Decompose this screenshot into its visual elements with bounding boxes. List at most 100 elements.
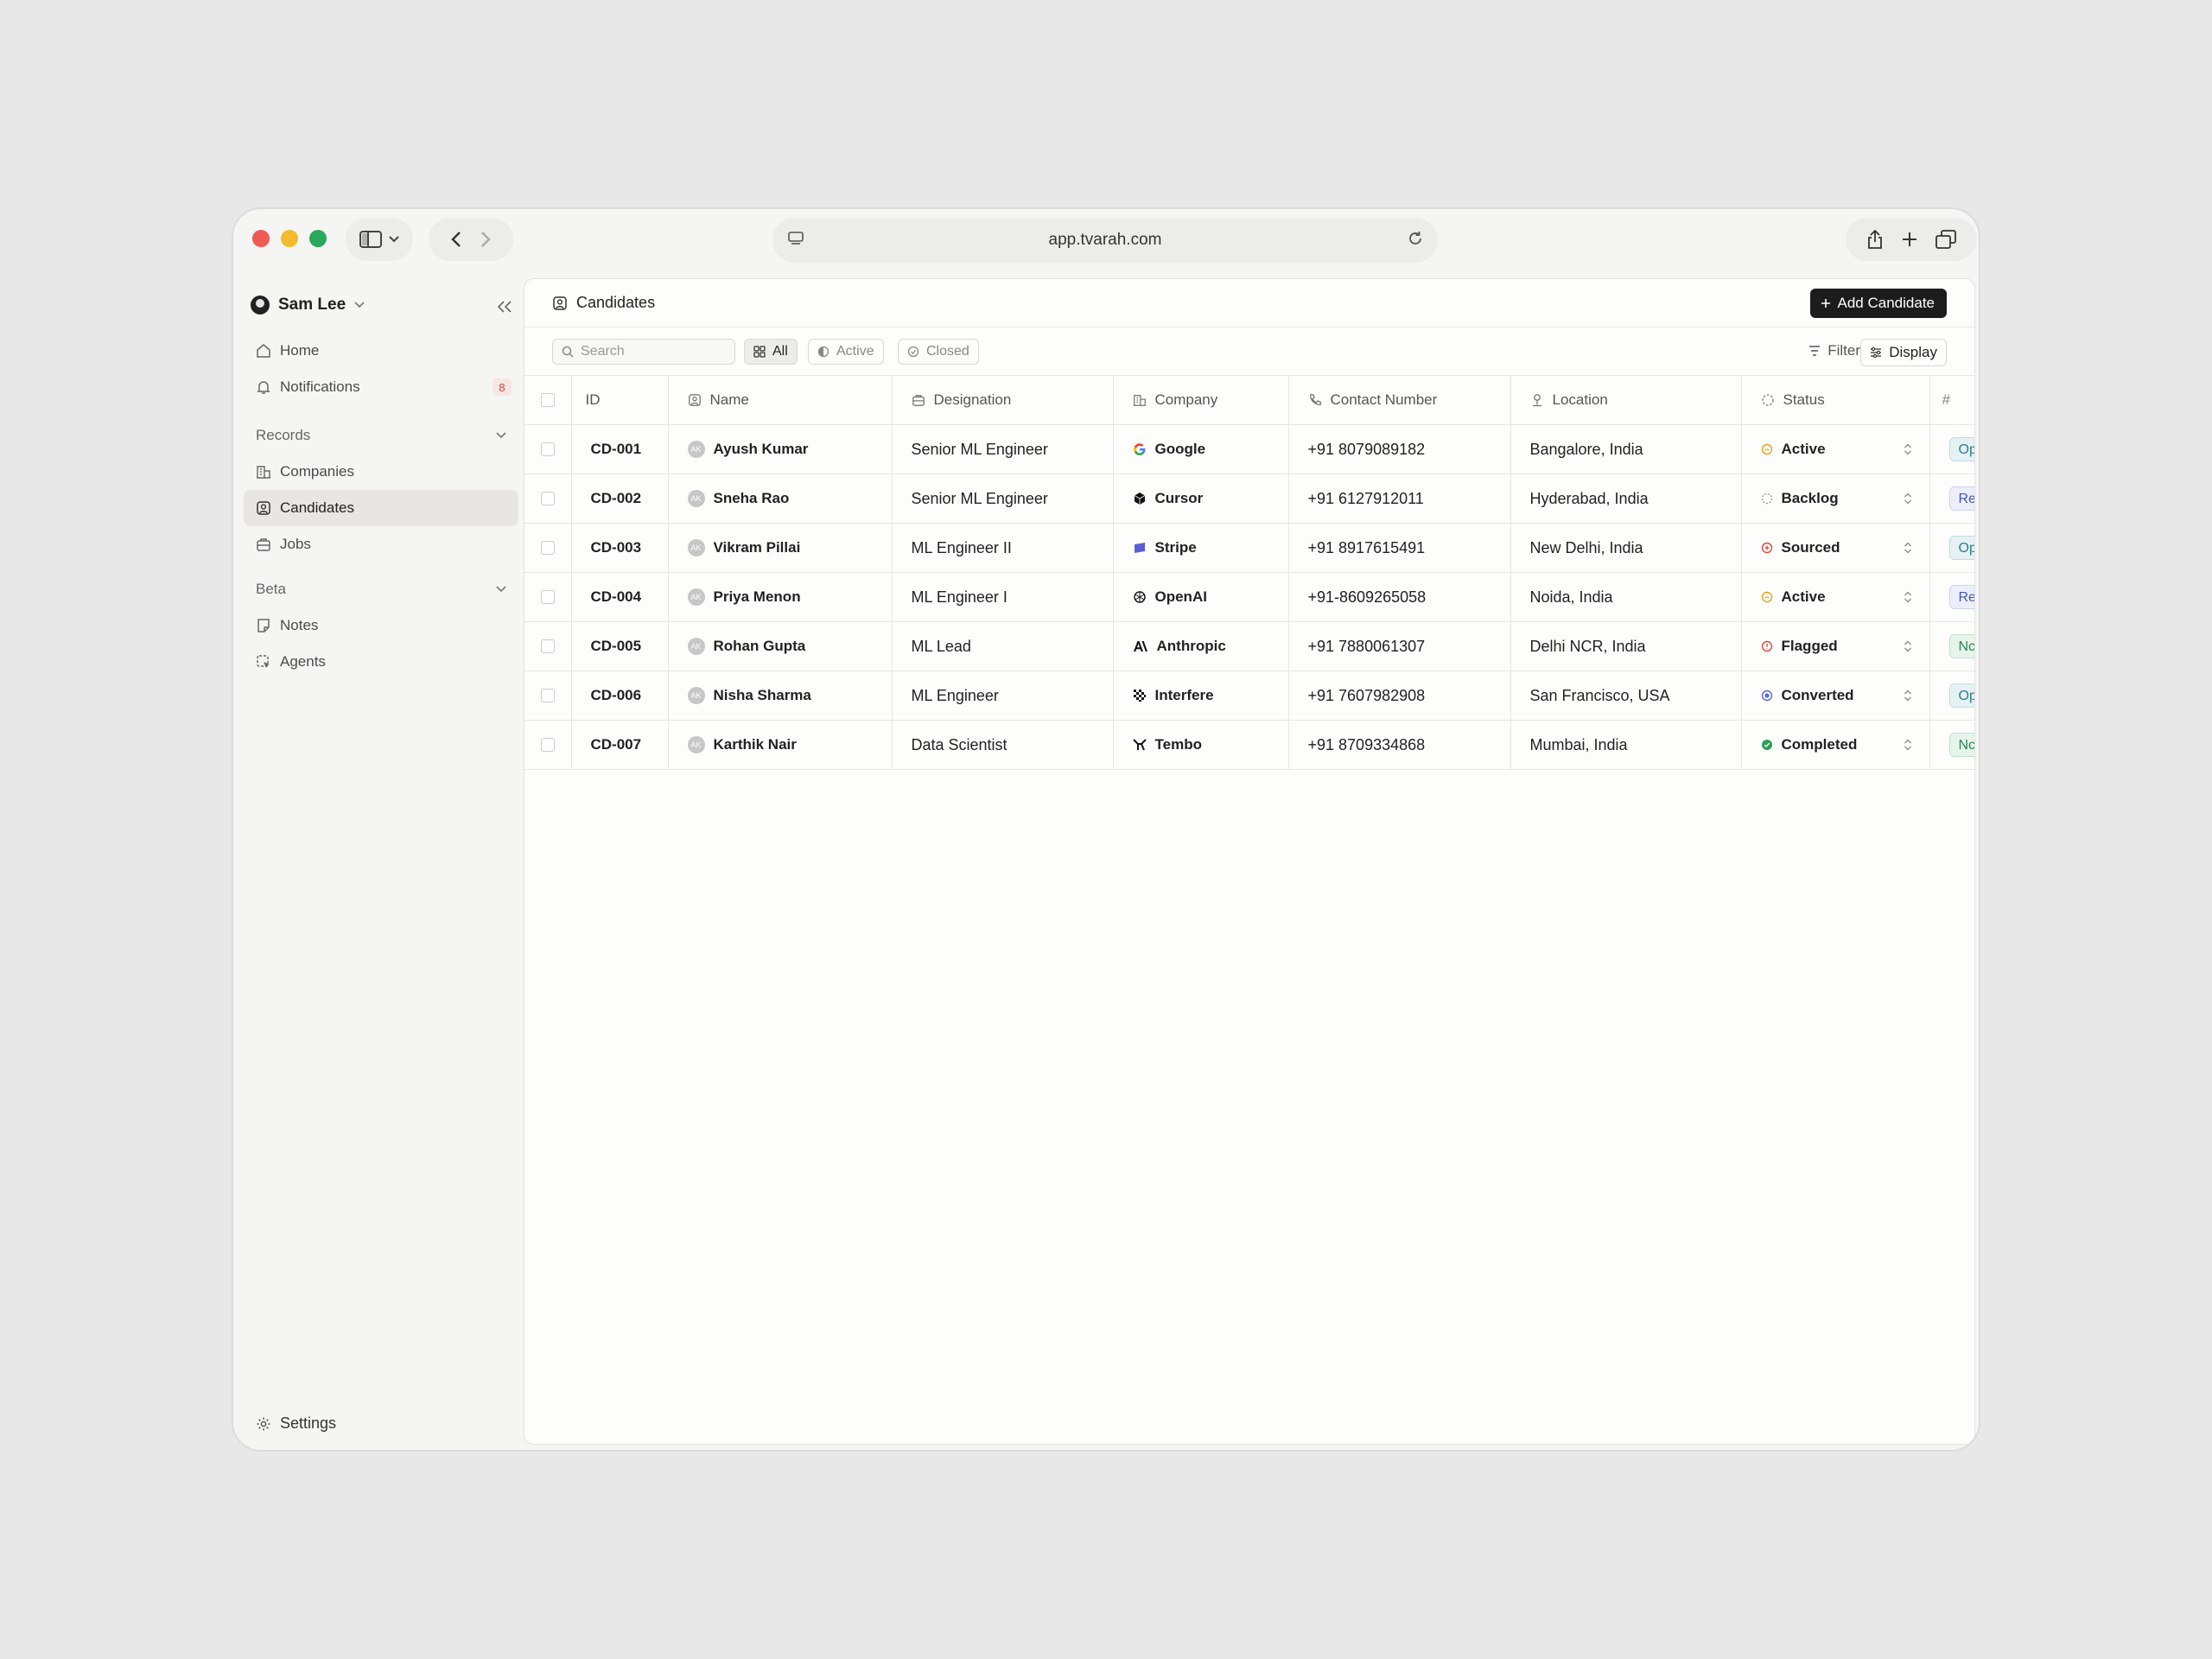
- tag-cell[interactable]: Op: [1929, 424, 1974, 474]
- name-cell[interactable]: AK Ayush Kumar: [668, 424, 893, 474]
- column-header-location[interactable]: Location: [1510, 376, 1742, 425]
- sidebar-item-home[interactable]: Home: [244, 333, 518, 369]
- table-row[interactable]: CD-007 AK Karthik Nair Data Scientist Te…: [524, 720, 1974, 770]
- chevron-up-down-icon[interactable]: [1904, 542, 1912, 554]
- stage-tag[interactable]: Op: [1948, 536, 1974, 560]
- maximize-window-button[interactable]: [309, 230, 327, 247]
- tabs-overview-icon[interactable]: [1936, 230, 1956, 249]
- notification-count-badge: 8: [493, 378, 512, 396]
- company-cell[interactable]: Cursor: [1113, 474, 1289, 524]
- tag-cell[interactable]: Nc: [1929, 720, 1974, 770]
- column-header-name[interactable]: Name: [668, 376, 893, 425]
- select-all-checkbox[interactable]: [540, 393, 555, 407]
- row-checkbox[interactable]: [540, 492, 555, 505]
- chevron-up-down-icon[interactable]: [1904, 640, 1912, 652]
- back-arrow-icon[interactable]: [451, 231, 461, 248]
- status-cell[interactable]: Sourced: [1741, 523, 1930, 573]
- new-tab-plus-icon[interactable]: [1901, 231, 1918, 248]
- table-row[interactable]: CD-006 AK Nisha Sharma ML Engineer Inter…: [524, 671, 1974, 721]
- company-cell[interactable]: Stripe: [1113, 523, 1289, 573]
- sidebar-item-notes[interactable]: Notes: [244, 607, 518, 644]
- sidebar-toggle-button[interactable]: [346, 218, 413, 261]
- status-cell[interactable]: Converted: [1741, 671, 1930, 721]
- beta-section-header[interactable]: Beta: [256, 581, 506, 598]
- row-checkbox[interactable]: [540, 442, 555, 456]
- row-checkbox[interactable]: [540, 541, 555, 555]
- tag-cell[interactable]: Nc: [1929, 621, 1974, 671]
- name-cell[interactable]: AK Sneha Rao: [668, 474, 893, 524]
- column-header-designation[interactable]: Designation: [892, 376, 1114, 425]
- table-row[interactable]: CD-004 AK Priya Menon ML Engineer I Open…: [524, 572, 1974, 622]
- column-header-company[interactable]: Company: [1113, 376, 1289, 425]
- stage-tag[interactable]: Nc: [1948, 634, 1974, 658]
- tag-cell[interactable]: Re: [1929, 474, 1974, 524]
- search-input[interactable]: [581, 344, 719, 359]
- records-section-header[interactable]: Records: [256, 427, 506, 444]
- tab-closed[interactable]: Closed: [898, 339, 979, 365]
- company-cell[interactable]: Google: [1113, 424, 1289, 474]
- sidebar-item-companies[interactable]: Companies: [244, 454, 518, 490]
- row-checkbox[interactable]: [540, 590, 555, 604]
- chevron-up-down-icon[interactable]: [1904, 739, 1912, 751]
- name-cell[interactable]: AK Vikram Pillai: [668, 523, 893, 573]
- collapse-sidebar-icon[interactable]: [498, 301, 512, 313]
- sidebar-item-agents[interactable]: Agents: [244, 644, 518, 680]
- chevron-up-down-icon[interactable]: [1904, 443, 1912, 455]
- minimize-window-button[interactable]: [281, 230, 298, 247]
- tag-cell[interactable]: Op: [1929, 671, 1974, 721]
- share-icon[interactable]: [1866, 229, 1884, 250]
- company-cell[interactable]: Tembo: [1113, 720, 1289, 770]
- column-header-status[interactable]: Status: [1741, 376, 1930, 425]
- filter-button[interactable]: Filter: [1808, 342, 1860, 359]
- table-row[interactable]: CD-003 AK Vikram Pillai ML Engineer II S…: [524, 523, 1974, 573]
- column-header-number[interactable]: #: [1929, 376, 1974, 425]
- company-cell[interactable]: Interfere: [1113, 671, 1289, 721]
- name-cell[interactable]: AK Rohan Gupta: [668, 621, 893, 671]
- sidebar-item-jobs[interactable]: Jobs: [244, 526, 518, 563]
- tab-active[interactable]: Active: [808, 339, 884, 365]
- row-checkbox[interactable]: [540, 689, 555, 702]
- search-field[interactable]: [552, 339, 735, 365]
- stage-tag[interactable]: Re: [1948, 486, 1974, 511]
- status-cell[interactable]: Completed: [1741, 720, 1930, 770]
- status-cell[interactable]: Active: [1741, 424, 1930, 474]
- close-window-button[interactable]: [252, 230, 270, 247]
- stage-tag[interactable]: Re: [1948, 585, 1974, 609]
- chevron-up-down-icon[interactable]: [1904, 591, 1912, 603]
- status-cell[interactable]: Active: [1741, 572, 1930, 622]
- stage-tag[interactable]: Nc: [1948, 733, 1974, 757]
- stage-tag[interactable]: Op: [1948, 437, 1974, 461]
- sidebar-item-notifications[interactable]: Notifications 8: [244, 369, 518, 405]
- stage-tag[interactable]: Op: [1948, 683, 1974, 708]
- display-button[interactable]: Display: [1860, 339, 1947, 366]
- note-icon: [257, 619, 270, 632]
- row-checkbox[interactable]: [540, 639, 555, 653]
- table-row[interactable]: CD-001 AK Ayush Kumar Senior ML Engineer…: [524, 424, 1974, 474]
- name-cell[interactable]: AK Priya Menon: [668, 572, 893, 622]
- row-select-cell: [524, 621, 572, 671]
- reload-icon[interactable]: [1407, 230, 1424, 247]
- tab-all[interactable]: All: [744, 339, 798, 365]
- sidebar-item-candidates[interactable]: Candidates: [244, 490, 518, 526]
- tag-cell[interactable]: Re: [1929, 572, 1974, 622]
- chevron-up-down-icon[interactable]: [1904, 690, 1912, 702]
- name-cell[interactable]: AK Nisha Sharma: [668, 671, 893, 721]
- column-header-contact[interactable]: Contact Number: [1288, 376, 1511, 425]
- status-cell[interactable]: Flagged: [1741, 621, 1930, 671]
- name-cell[interactable]: AK Karthik Nair: [668, 720, 893, 770]
- address-bar[interactable]: app.tvarah.com: [772, 218, 1438, 263]
- company-cell[interactable]: Anthropic: [1113, 621, 1289, 671]
- page-settings-icon[interactable]: [788, 232, 804, 245]
- sidebar-item-settings[interactable]: Settings: [256, 1414, 336, 1433]
- tag-cell[interactable]: Op: [1929, 523, 1974, 573]
- user-menu[interactable]: Sam Lee: [251, 296, 365, 315]
- table-row[interactable]: CD-002 AK Sneha Rao Senior ML Engineer C…: [524, 474, 1974, 524]
- forward-arrow-icon[interactable]: [480, 231, 491, 248]
- chevron-up-down-icon[interactable]: [1904, 493, 1912, 505]
- row-checkbox[interactable]: [540, 738, 555, 752]
- add-candidate-button[interactable]: Add Candidate: [1809, 289, 1947, 318]
- column-header-id[interactable]: ID: [571, 376, 669, 425]
- table-row[interactable]: CD-005 AK Rohan Gupta ML Lead Anthropic …: [524, 621, 1974, 671]
- status-cell[interactable]: Backlog: [1741, 474, 1930, 524]
- company-cell[interactable]: OpenAI: [1113, 572, 1289, 622]
